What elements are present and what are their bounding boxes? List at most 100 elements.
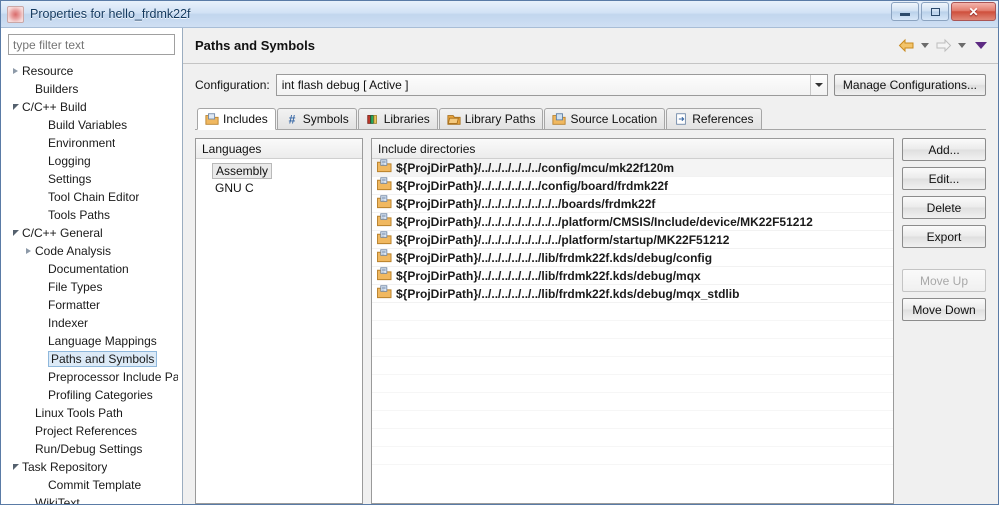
tab-includes[interactable]: Includes: [197, 108, 276, 130]
include-directory-row[interactable]: ${ProjDirPath}/../../../../../../config/…: [372, 177, 893, 195]
edit-button[interactable]: Edit...: [902, 167, 986, 190]
move-down-button[interactable]: Move Down: [902, 298, 986, 321]
tree-item-environment[interactable]: Environment: [1, 134, 182, 152]
languages-header: Languages: [196, 139, 362, 159]
tree-item-task-repository[interactable]: Task Repository: [1, 458, 182, 476]
folder-icon: [377, 249, 393, 266]
collapse-arrow-icon[interactable]: [9, 464, 22, 470]
tree-item-paths-and-symbols[interactable]: Paths and Symbols: [1, 350, 182, 368]
tree-item-c-c-general[interactable]: C/C++ General: [1, 224, 182, 242]
close-icon: ✕: [968, 4, 979, 19]
restore-button[interactable]: [921, 2, 949, 21]
delete-button[interactable]: Delete: [902, 196, 986, 219]
tree-item-file-types[interactable]: File Types: [1, 278, 182, 296]
tree-item-linux-tools-path[interactable]: Linux Tools Path: [1, 404, 182, 422]
language-item-gnu-c[interactable]: GNU C: [196, 179, 362, 196]
folder-icon: [377, 195, 393, 212]
tree-item-resource[interactable]: Resource: [1, 62, 182, 80]
tree-item-profiling-categories[interactable]: Profiling Categories: [1, 386, 182, 404]
title-bar: Properties for hello_frdmk22f ✕: [1, 1, 998, 27]
tab-source-location[interactable]: Source Location: [544, 108, 666, 129]
empty-list-row: [372, 393, 893, 411]
tab-libraries[interactable]: Libraries: [357, 108, 438, 129]
configuration-select[interactable]: int flash debug [ Active ]: [275, 74, 828, 96]
page-content: Configuration: int flash debug [ Active …: [183, 64, 998, 504]
manage-configurations-button[interactable]: Manage Configurations...: [833, 74, 986, 96]
close-button[interactable]: ✕: [951, 2, 996, 21]
empty-list-row: [372, 339, 893, 357]
tree-item-indexer[interactable]: Indexer: [1, 314, 182, 332]
language-item-label: Assembly: [212, 162, 273, 179]
include-directory-row[interactable]: ${ProjDirPath}/../../../../../../../../b…: [372, 195, 893, 213]
include-directory-row[interactable]: ${ProjDirPath}/../../../../../../lib/frd…: [372, 285, 893, 303]
empty-list-row: [372, 429, 893, 447]
collapse-arrow-icon[interactable]: [9, 104, 22, 110]
view-menu-caret[interactable]: [975, 42, 987, 49]
tree-item-label: Formatter: [48, 298, 101, 312]
tree-item-code-analysis[interactable]: Code Analysis: [1, 242, 182, 260]
back-arrow[interactable]: [898, 38, 915, 53]
include-directory-path: ${ProjDirPath}/../../../../../../../../p…: [396, 232, 730, 247]
tree-item-run-debug-settings[interactable]: Run/Debug Settings: [1, 440, 182, 458]
include-directory-row[interactable]: ${ProjDirPath}/../../../../../../../../p…: [372, 213, 893, 231]
languages-list[interactable]: Assembly GNU C: [196, 159, 362, 503]
include-directory-row[interactable]: ${ProjDirPath}/../../../../../../config/…: [372, 159, 893, 177]
include-directory-row[interactable]: ${ProjDirPath}/../../../../../../../../p…: [372, 231, 893, 249]
tree-item-language-mappings[interactable]: Language Mappings: [1, 332, 182, 350]
add-button[interactable]: Add...: [902, 138, 986, 161]
library-paths-icon: [447, 112, 461, 126]
panels-area: Languages Assembly GNU C Include director…: [195, 130, 986, 504]
empty-list-row: [372, 357, 893, 375]
tree-item-tools-paths[interactable]: Tools Paths: [1, 206, 182, 224]
tree-item-tool-chain-editor[interactable]: Tool Chain Editor: [1, 188, 182, 206]
tree-item-label: C/C++ General: [22, 226, 103, 240]
forward-dropdown-caret[interactable]: [958, 43, 966, 48]
tree-item-label: Builders: [35, 82, 79, 96]
filter-input[interactable]: [8, 34, 175, 55]
tab-label: Source Location: [570, 112, 658, 126]
languages-panel: Languages Assembly GNU C: [195, 138, 363, 504]
folder-icon: [377, 213, 393, 230]
properties-dialog: Properties for hello_frdmk22f ✕ Resource…: [0, 0, 999, 505]
tab-library-paths[interactable]: Library Paths: [438, 108, 544, 129]
include-directory-path: ${ProjDirPath}/../../../../../../config/…: [396, 178, 669, 193]
folder-icon: [377, 267, 393, 284]
export-button[interactable]: Export: [902, 225, 986, 248]
references-icon: [674, 112, 688, 126]
folder-icon: [377, 177, 393, 194]
tree-item-label: Project References: [35, 424, 138, 438]
empty-list-row: [372, 303, 893, 321]
tree-item-documentation[interactable]: Documentation: [1, 260, 182, 278]
expand-arrow-icon[interactable]: [9, 68, 22, 74]
tree-item-label: Indexer: [48, 316, 89, 330]
chevron-down-icon[interactable]: [809, 75, 827, 95]
empty-list-row: [372, 447, 893, 465]
tree-item-settings[interactable]: Settings: [1, 170, 182, 188]
tree-item-logging[interactable]: Logging: [1, 152, 182, 170]
tree-item-wikitext[interactable]: WikiText: [1, 494, 182, 504]
tree-item-project-references[interactable]: Project References: [1, 422, 182, 440]
empty-list-row: [372, 321, 893, 339]
tree-item-builders[interactable]: Builders: [1, 80, 182, 98]
back-dropdown-caret[interactable]: [921, 43, 929, 48]
include-directory-row[interactable]: ${ProjDirPath}/../../../../../../lib/frd…: [372, 267, 893, 285]
include-directories-list[interactable]: ${ProjDirPath}/../../../../../../config/…: [372, 159, 893, 503]
language-item-assembly[interactable]: Assembly: [196, 162, 362, 179]
include-directory-row[interactable]: ${ProjDirPath}/../../../../../../lib/frd…: [372, 249, 893, 267]
tree-item-preprocessor-include-pa[interactable]: Preprocessor Include Pa: [1, 368, 182, 386]
tree-item-formatter[interactable]: Formatter: [1, 296, 182, 314]
tree-item-label: Documentation: [48, 262, 129, 276]
tab-symbols[interactable]: # Symbols: [276, 108, 357, 129]
collapse-arrow-icon[interactable]: [9, 230, 22, 236]
tree-item-label: Profiling Categories: [48, 388, 153, 402]
tab-bar[interactable]: Includes # Symbols Libraries Library Paths So…: [195, 108, 986, 130]
tree-item-c-c-build[interactable]: C/C++ Build: [1, 98, 182, 116]
tab-references[interactable]: References: [666, 108, 762, 129]
symbols-icon: #: [285, 112, 299, 126]
tree-item-build-variables[interactable]: Build Variables: [1, 116, 182, 134]
tree-item-commit-template[interactable]: Commit Template: [1, 476, 182, 494]
tree-item-label: Preprocessor Include Pa: [48, 370, 178, 384]
minimize-button[interactable]: [891, 2, 919, 21]
expand-arrow-icon[interactable]: [22, 248, 35, 254]
settings-tree[interactable]: Resource Builders C/C++ Build Build Variabl…: [1, 61, 182, 504]
